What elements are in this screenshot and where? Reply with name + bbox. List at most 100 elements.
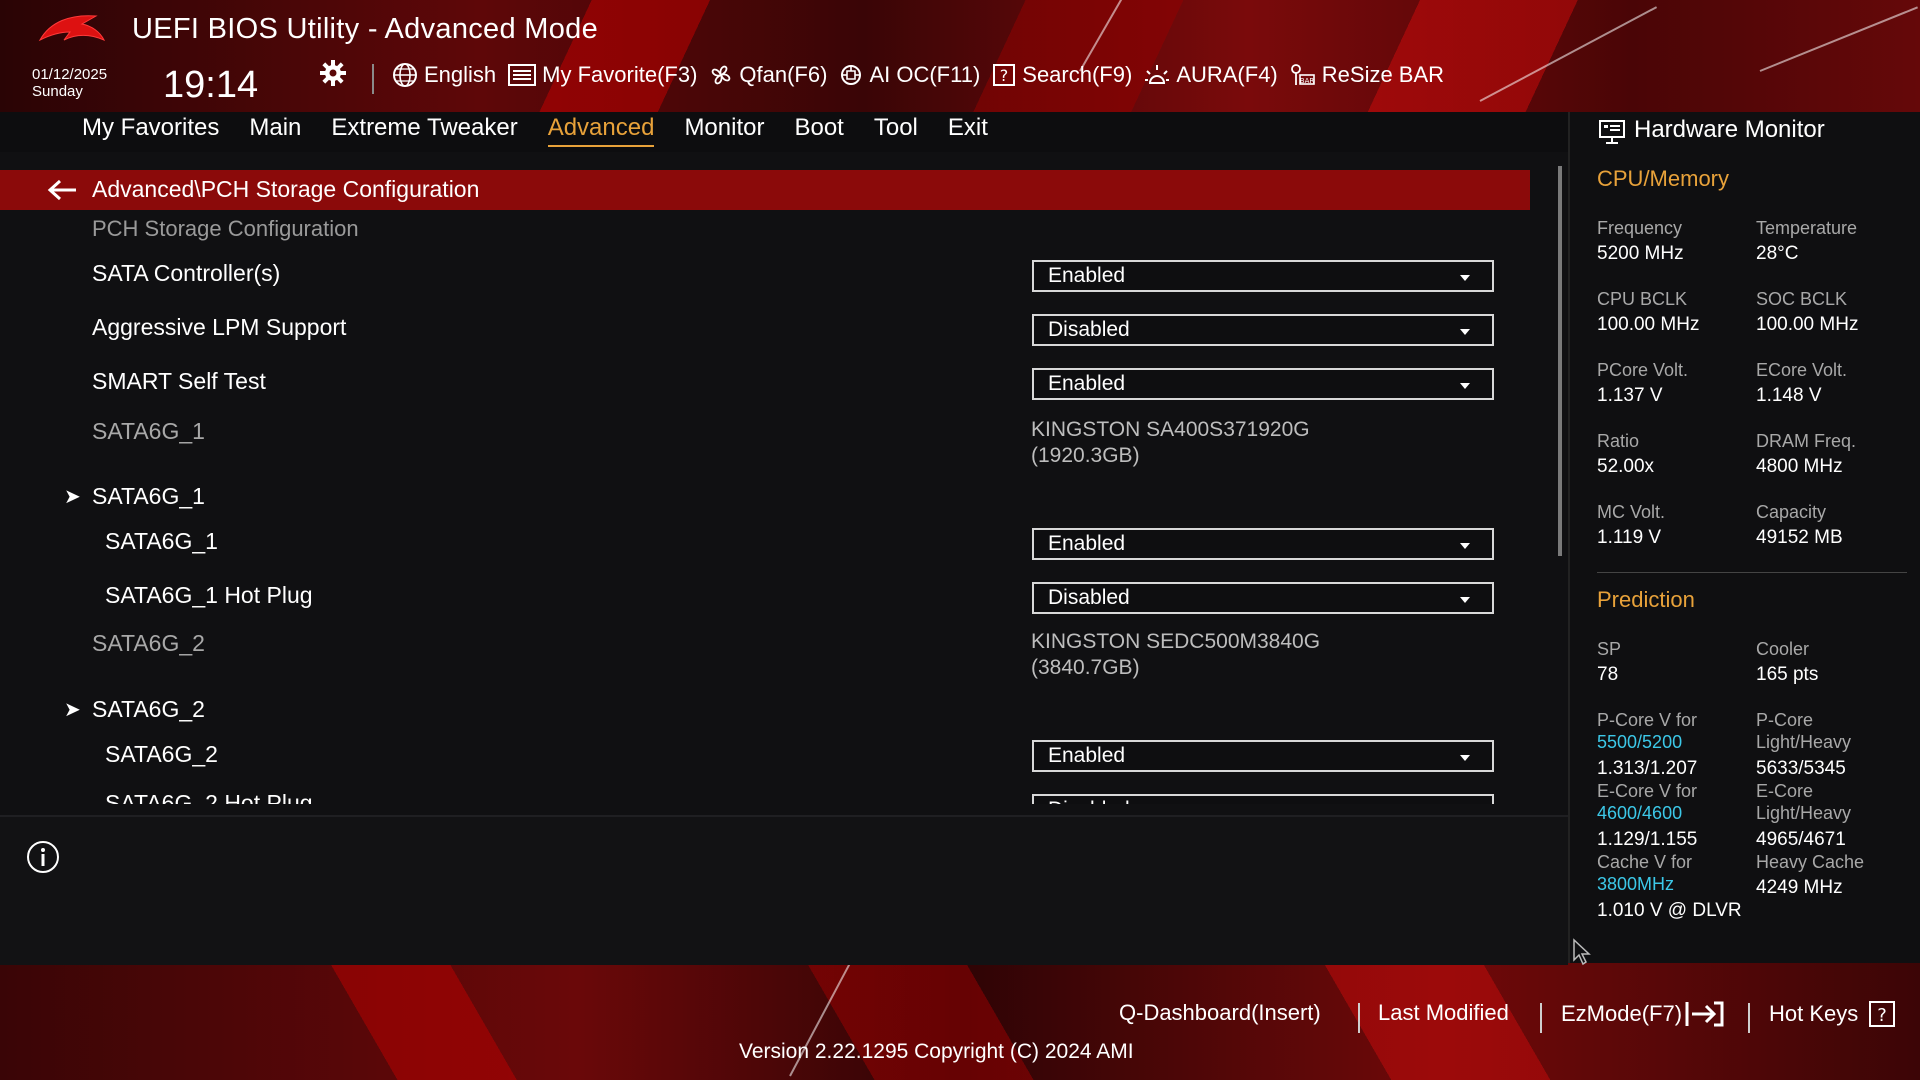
globe-icon — [393, 63, 417, 87]
frequency-label: Frequency — [1597, 218, 1683, 238]
search-help-icon: ? — [993, 64, 1016, 86]
section-title: PCH Storage Configuration — [92, 216, 359, 241]
aggressive-lpm-label: Aggressive LPM Support — [92, 314, 347, 340]
expand-arrow-icon[interactable]: ➤ — [64, 697, 81, 722]
main-menu: My Favorites Main Extreme Tweaker Advanc… — [82, 114, 1018, 147]
port2-enable-select[interactable]: Enabled — [1032, 740, 1494, 772]
ai-oc-label: AI OC(F11) — [869, 62, 981, 87]
expand-arrow-icon[interactable]: ➤ — [64, 484, 81, 509]
cpu-bclk-value: 100.00 MHz — [1597, 314, 1700, 335]
capacity-value: 49152 MB — [1756, 527, 1843, 548]
tab-my-favorites[interactable]: My Favorites — [82, 114, 219, 147]
header-divider — [372, 64, 374, 94]
ecore-lh-label2: Light/Heavy — [1756, 803, 1852, 823]
cpu-bclk-label: CPU BCLK — [1597, 289, 1688, 309]
port1-hotplug-label: SATA6G_1 Hot Plug — [105, 582, 313, 608]
port2-info-label: SATA6G_2 — [92, 630, 205, 656]
help-icon: ? — [1869, 1001, 1896, 1027]
smart-self-test-value: Enabled — [1048, 372, 1126, 395]
ecore-lh-value: 4965/4671 — [1756, 829, 1846, 850]
aura-label: AURA(F4) — [1176, 62, 1278, 87]
resize-bar-button[interactable]: BAR ReSize BAR — [1290, 62, 1444, 88]
sata-controller-select[interactable]: Enabled — [1032, 260, 1494, 292]
tab-main[interactable]: Main — [249, 114, 301, 147]
mc-volt-value: 1.119 V — [1597, 527, 1662, 548]
port1-device-model: KINGSTON SA400S371920G — [1031, 418, 1310, 441]
tab-boot[interactable]: Boot — [794, 114, 843, 147]
monitor-icon — [1599, 120, 1625, 144]
smart-self-test-select[interactable]: Enabled — [1032, 368, 1494, 400]
ecore-lh-label1: E-Core — [1756, 781, 1814, 801]
sp-label: SP — [1597, 639, 1622, 659]
my-favorite-button[interactable]: My Favorite(F3) — [508, 62, 697, 88]
cache-v-label: Cache V for — [1597, 852, 1693, 872]
hw-separator — [1597, 572, 1907, 573]
heavy-cache-value: 4249 MHz — [1756, 877, 1843, 898]
chevron-down-icon — [1460, 275, 1470, 281]
clock: 19:14 — [163, 64, 259, 106]
ratio-value: 52.00x — [1597, 456, 1655, 477]
ecore-v-freq: 4600/4600 — [1597, 803, 1683, 823]
port2-group-label[interactable]: SATA6G_2 — [92, 696, 205, 723]
back-arrow-icon[interactable] — [46, 178, 78, 202]
info-icon — [27, 841, 59, 873]
tab-tool[interactable]: Tool — [874, 114, 918, 147]
ecore-volt-value: 1.148 V — [1756, 385, 1822, 406]
resize-bar-label: ReSize BAR — [1321, 62, 1445, 87]
pcore-v-label: P-Core V for — [1597, 710, 1698, 730]
language-label: English — [424, 62, 497, 87]
ratio-label: Ratio — [1597, 431, 1640, 451]
qfan-button[interactable]: Qfan(F6) — [709, 62, 827, 88]
temperature-label: Temperature — [1756, 218, 1858, 238]
aura-light-icon — [1145, 65, 1170, 84]
scrollbar[interactable] — [1558, 166, 1562, 556]
pcore-lh-label1: P-Core — [1756, 710, 1814, 730]
q-dashboard-button[interactable]: Q-Dashboard(Insert) — [1119, 1000, 1321, 1026]
date-display: 01/12/2025 Sunday — [32, 66, 107, 100]
tab-extreme-tweaker[interactable]: Extreme Tweaker — [331, 114, 517, 147]
port1-hotplug-value: Disabled — [1048, 586, 1130, 609]
dram-freq-value: 4800 MHz — [1756, 456, 1843, 477]
settings-panel — [0, 152, 1568, 810]
port2-device-model: KINGSTON SEDC500M3840G — [1031, 630, 1321, 653]
port1-hotplug-select[interactable]: Disabled — [1032, 582, 1494, 614]
pcore-v-freq: 5500/5200 — [1597, 732, 1683, 752]
aggressive-lpm-select[interactable]: Disabled — [1032, 314, 1494, 346]
hot-keys-button[interactable]: Hot Keys ? — [1769, 1000, 1896, 1028]
svg-text:?: ? — [1877, 1005, 1887, 1026]
tab-exit[interactable]: Exit — [948, 114, 988, 147]
tab-monitor[interactable]: Monitor — [684, 114, 764, 147]
date-text: 01/12/2025 — [32, 66, 108, 83]
tab-advanced[interactable]: Advanced — [547, 114, 655, 147]
port1-group-label[interactable]: SATA6G_1 — [92, 483, 205, 510]
pcore-lh-label2: Light/Heavy — [1756, 732, 1852, 752]
port2-device-info: KINGSTON SEDC500M3840G (3840.7GB) — [1031, 629, 1320, 681]
soc-bclk-label: SOC BCLK — [1756, 289, 1848, 309]
language-button[interactable]: English — [392, 62, 496, 88]
ezmode-button[interactable]: EzMode(F7) — [1561, 1000, 1726, 1028]
search-button[interactable]: ? Search(F9) — [992, 62, 1132, 88]
cache-v-value: 1.010 V @ DLVR — [1597, 900, 1742, 921]
port1-enable-select[interactable]: Enabled — [1032, 528, 1494, 560]
cooler-value: 165 pts — [1756, 664, 1819, 685]
app-title: UEFI BIOS Utility - Advanced Mode — [132, 13, 599, 45]
ai-oc-button[interactable]: AI OC(F11) — [839, 62, 980, 88]
port2-enable-value: Enabled — [1048, 744, 1126, 767]
version-text: Version 2.22.1295 Copyright (C) 2024 AMI — [739, 1040, 1134, 1063]
ezmode-label: EzMode(F7) — [1561, 1001, 1683, 1026]
aura-button[interactable]: AURA(F4) — [1144, 62, 1278, 88]
pcore-v-value: 1.313/1.207 — [1597, 758, 1698, 779]
breadcrumb: Advanced\PCH Storage Configuration — [92, 176, 480, 202]
chevron-down-icon — [1460, 383, 1470, 389]
resize-bar-icon: BAR — [1290, 64, 1315, 85]
port1-info-label: SATA6G_1 — [92, 418, 205, 444]
frequency-value: 5200 MHz — [1597, 243, 1684, 264]
ecore-v-label: E-Core V for — [1597, 781, 1698, 801]
port2-device-size: (3840.7GB) — [1031, 656, 1140, 679]
last-modified-button[interactable]: Last Modified — [1378, 1000, 1509, 1026]
gear-icon[interactable] — [318, 58, 348, 88]
port1-device-size: (1920.3GB) — [1031, 444, 1140, 467]
search-label: Search(F9) — [1022, 62, 1133, 87]
capacity-label: Capacity — [1756, 502, 1827, 522]
info-area — [0, 815, 1568, 965]
